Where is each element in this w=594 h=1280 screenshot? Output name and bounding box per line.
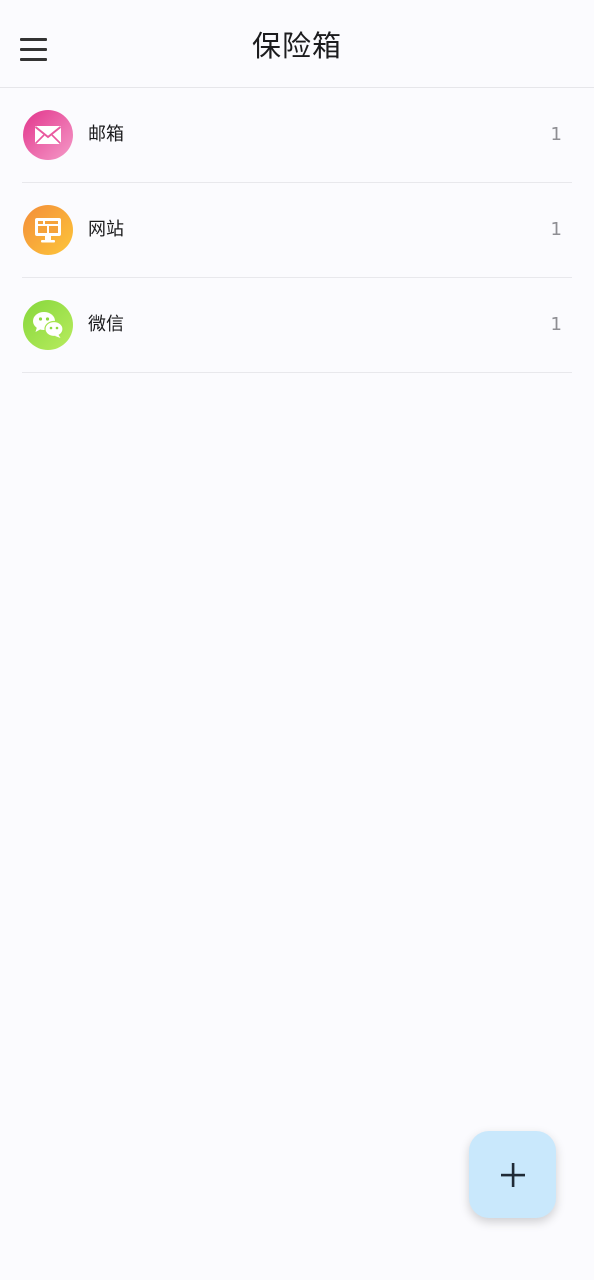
category-label: 网站 [88, 219, 124, 240]
category-label: 邮箱 [88, 124, 124, 145]
app-header: 保险箱 [0, 0, 594, 88]
page-title: 保险箱 [251, 29, 342, 63]
wechat-icon [23, 300, 73, 350]
vault-screen: 保险箱 邮箱 1 网站 1 微信 1 [0, 0, 594, 1280]
category-count: 1 [550, 124, 562, 145]
category-row-website[interactable]: 网站 1 [22, 183, 572, 278]
category-count: 1 [550, 219, 562, 240]
mail-icon [23, 110, 73, 160]
category-list: 邮箱 1 网站 1 微信 1 [0, 88, 594, 373]
monitor-icon [23, 205, 73, 255]
add-item-button[interactable] [469, 1131, 556, 1218]
category-label: 微信 [88, 314, 124, 335]
category-count: 1 [550, 314, 562, 335]
category-row-mail[interactable]: 邮箱 1 [22, 88, 572, 183]
plus-icon [500, 1162, 525, 1187]
category-row-wechat[interactable]: 微信 1 [22, 278, 572, 373]
